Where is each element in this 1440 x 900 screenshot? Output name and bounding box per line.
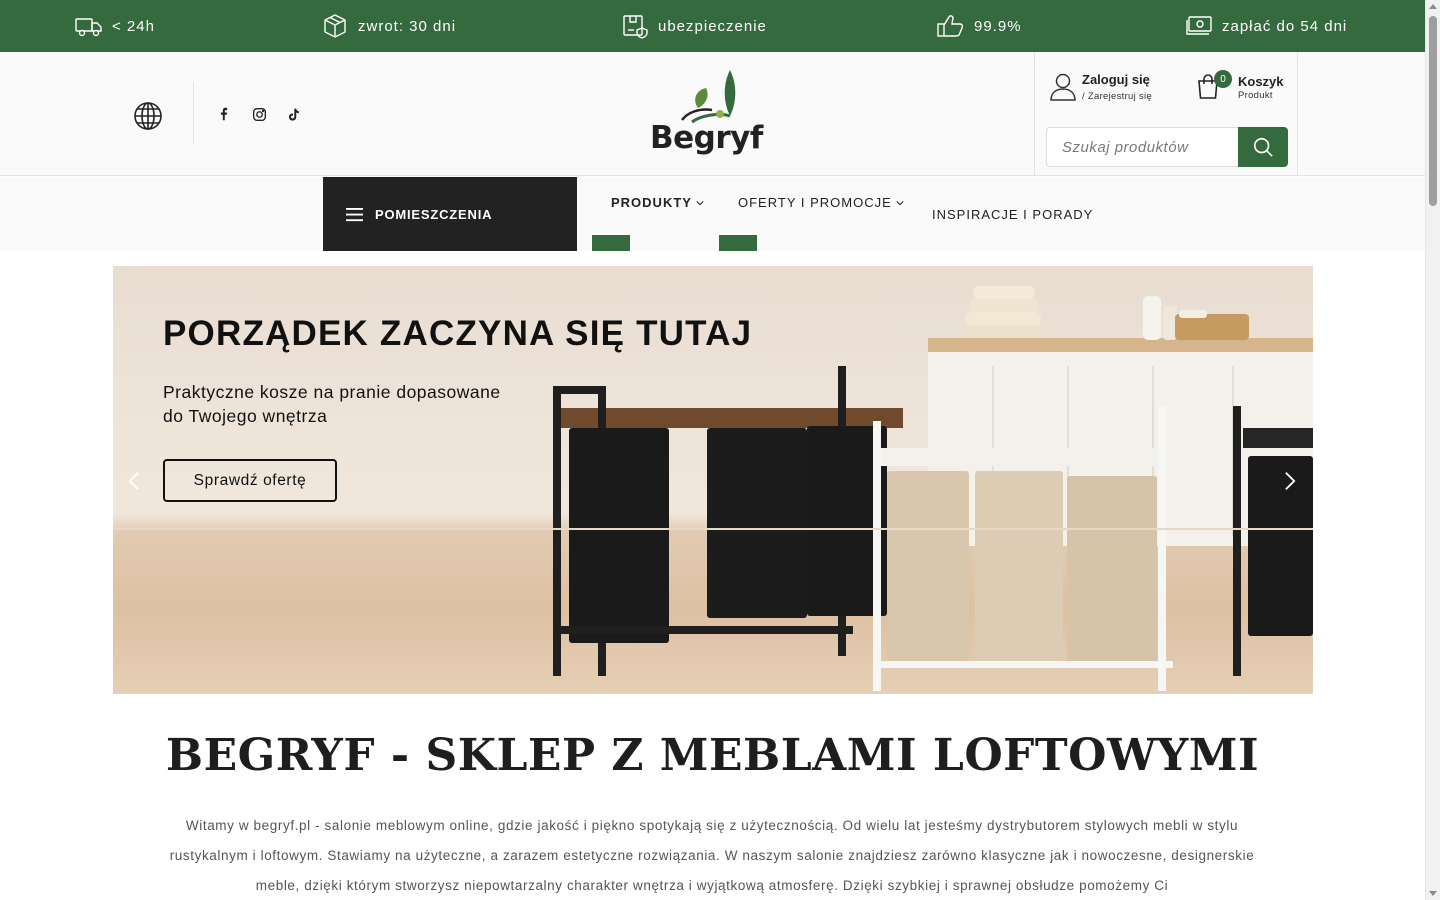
slider-prev-button[interactable] [121,466,147,496]
intro-text: Witamy w begryf.pl - salonie meblowym on… [169,818,1255,893]
site-header: Begryf Zaloguj się / Zarejestruj się 0 K… [0,52,1425,176]
hero-slider: PORZĄDEK ZACZYNA SIĘ TUTAJ Praktyczne ko… [113,266,1313,694]
search-icon [1253,137,1273,157]
floor-edge [113,528,1313,530]
cart-subtitle: Produkt [1238,90,1273,101]
divider [193,82,194,144]
cart-count-badge: 0 [1214,70,1232,88]
search-button[interactable] [1238,127,1288,167]
instagram-icon[interactable] [250,105,268,123]
leaf-logo-icon [681,70,736,124]
hero-subtitle: Praktyczne kosze na pranie dopasowane do… [163,380,563,428]
facebook-icon[interactable] [215,105,233,123]
scrollbar-thumb[interactable] [1429,16,1437,206]
thumbs-up-icon [937,15,964,37]
logo-wordmark: Begryf [650,120,763,156]
hamburger-icon [346,207,363,221]
perk-label: < 24h [112,17,155,35]
account-cart-search: Zaloguj się / Zarejestruj się 0 Koszyk P… [1034,52,1298,176]
nav-products[interactable]: PRODUKTY [611,195,704,210]
nav-indicator [592,235,630,251]
page-title: BEGRYF - SKLEP Z MEBLAMI LOFTOWYMI [165,730,1260,781]
chevron-left-icon [128,472,139,490]
perk-satisfaction: 99.9% [936,0,1022,52]
cash-icon [1186,16,1212,35]
rooms-menu-button[interactable]: POMIESZCZENIA [323,177,577,251]
nav-inspirations[interactable]: INSPIRACJE I PORADY [932,207,1093,222]
site-logo[interactable]: Begryf [648,68,778,160]
perk-label: zapłać do 54 dni [1222,17,1348,35]
hero-cta-button[interactable]: Sprawdź ofertę [163,459,337,502]
login-link[interactable]: Zaloguj się [1082,72,1150,87]
perk-label: 99.9% [974,17,1022,35]
truck-icon [75,18,102,37]
hero-subtitle-line: do Twojego wnętrza [163,406,328,426]
scroll-up-icon[interactable] [1429,4,1437,9]
box-icon [324,14,346,38]
scroll-down-icon[interactable] [1429,891,1437,896]
top-perks-bar: < 24h zwrot: 30 dni ubezpieczenie 99.9% … [0,0,1425,52]
cart-link[interactable]: Koszyk [1238,74,1284,89]
hero-title: PORZĄDEK ZACZYNA SIĘ TUTAJ [163,314,753,353]
main-navigation: POMIESZCZENIA PRODUKTY OFERTY I PROMOCJE… [0,177,1425,251]
search-input[interactable] [1046,127,1246,167]
chevron-down-icon [896,200,904,205]
globe-icon[interactable] [133,101,163,131]
perk-insurance: ubezpieczenie [620,0,767,52]
search-form [1046,127,1288,167]
user-icon[interactable] [1049,72,1077,102]
tiktok-icon[interactable] [284,105,302,123]
perk-returns: zwrot: 30 dni [320,0,456,52]
nav-indicator [719,235,757,251]
hero-subtitle-line: Praktyczne kosze na pranie dopasowane [163,382,501,402]
insured-package-icon [623,15,648,39]
chevron-right-icon [1285,472,1296,490]
page-scrollbar[interactable] [1425,0,1440,900]
register-link[interactable]: / Zarejestruj się [1082,91,1152,102]
perk-pay-later: zapłać do 54 dni [1184,0,1347,52]
nav-item-label: INSPIRACJE I PORADY [932,207,1094,222]
nav-item-label: OFERTY I PROMOCJE [738,195,892,210]
chevron-down-icon [696,200,704,205]
slider-next-button[interactable] [1277,466,1303,496]
perk-label: zwrot: 30 dni [358,17,457,35]
perk-delivery: < 24h [74,0,155,52]
nav-item-label: PRODUKTY [611,195,692,210]
perk-label: ubezpieczenie [658,17,767,35]
nav-offers[interactable]: OFERTY I PROMOCJE [738,195,904,210]
rooms-menu-label: POMIESZCZENIA [375,206,493,222]
